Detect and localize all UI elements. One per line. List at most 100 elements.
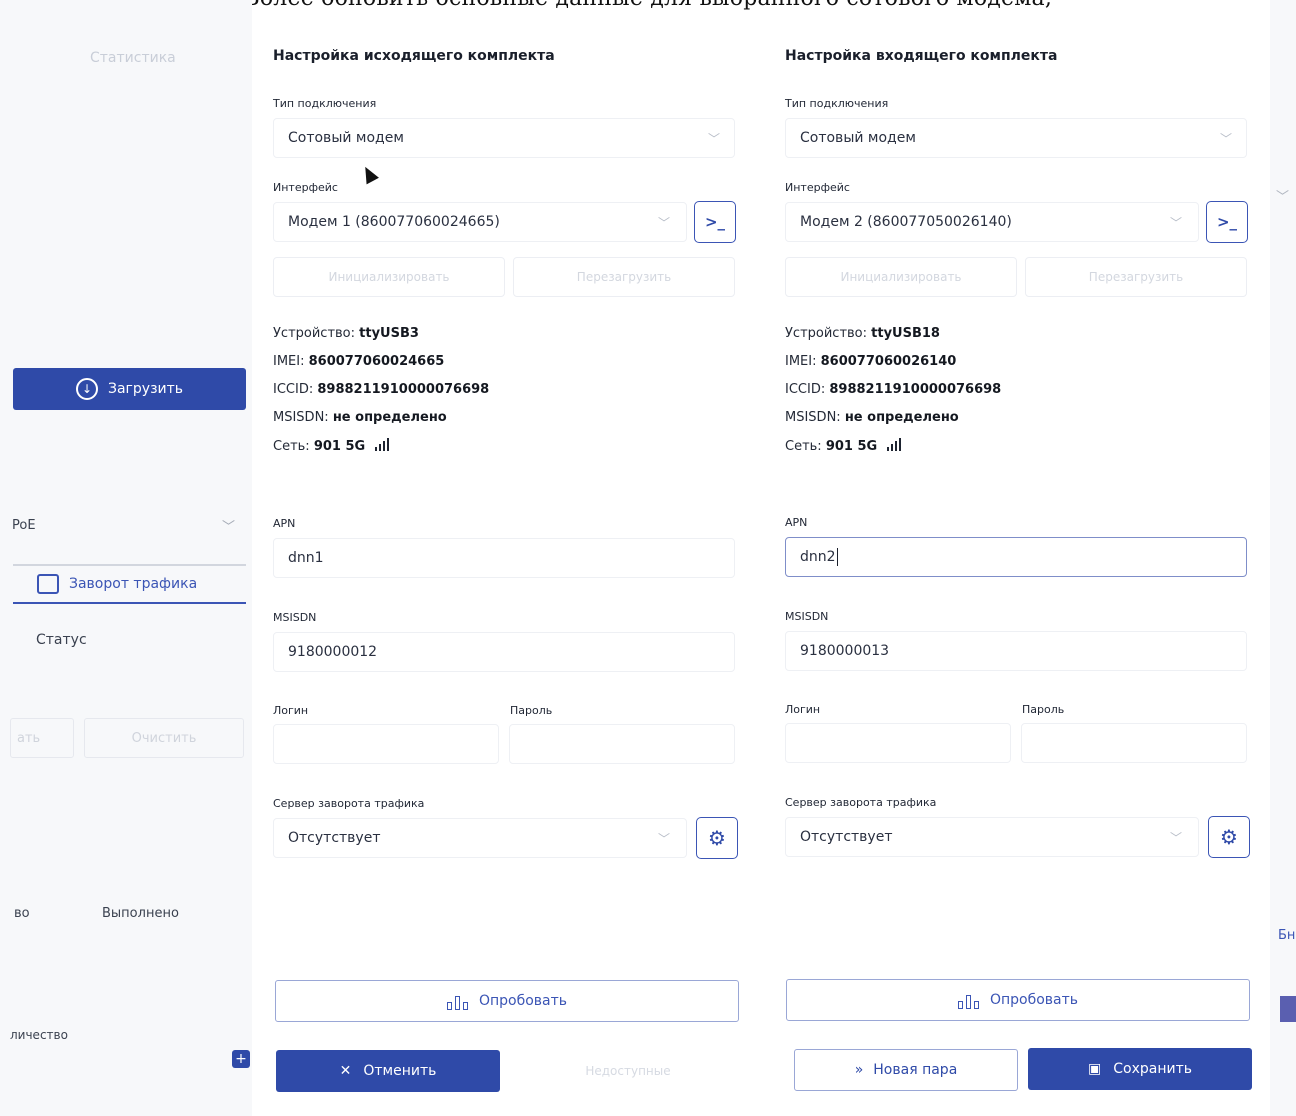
connection-type-value: Сотовый модем — [800, 130, 916, 146]
chevron-down-icon: ﹀ — [658, 832, 671, 846]
save-button[interactable]: ▣ Сохранить — [1028, 1048, 1252, 1090]
test-button[interactable]: Опробовать — [786, 979, 1250, 1021]
login-input[interactable] — [785, 723, 1011, 763]
msisdn-label: MSISDN — [785, 610, 829, 623]
terminal-button[interactable]: >_ — [694, 201, 736, 243]
status-done-text: Выполнено — [102, 906, 179, 921]
interface-value: Модем 1 (860077060024665) — [288, 214, 500, 230]
network-info: Сеть: 901 5G — [273, 438, 391, 454]
server-select[interactable]: Отсутствует — [273, 818, 687, 858]
upload-button[interactable]: ↓ Загрузить — [13, 368, 246, 410]
test-button-label: Опробовать — [478, 993, 568, 1009]
outgoing-heading: Настройка исходящего комплекта — [273, 48, 555, 64]
cancel-button-label: Отменить — [363, 1063, 437, 1079]
tab-traffic-loop-label: Заворот трафика — [69, 576, 198, 592]
terminal-button[interactable]: >_ — [1206, 201, 1248, 243]
initialize-button[interactable]: Инициализировать — [273, 257, 505, 297]
chevron-down-icon: ﹀ — [222, 520, 236, 535]
signal-icon — [887, 438, 903, 451]
iccid-info: ICCID: 8988211910000076698 — [785, 382, 1002, 397]
password-label: Пароль — [1022, 703, 1065, 716]
msisdn-info: MSISDN: не определено — [273, 410, 447, 425]
chevron-down-icon: ﹀ — [658, 216, 671, 230]
quantity-label: личество — [10, 1028, 68, 1042]
server-value: Отсутствует — [288, 830, 381, 846]
test-button[interactable]: Опробовать — [275, 980, 739, 1022]
background-right-panel — [1270, 0, 1296, 1116]
mouse-cursor-icon — [359, 163, 379, 185]
status-column-header: Статус — [36, 632, 87, 648]
upload-button-label: Загрузить — [107, 381, 184, 397]
server-settings-button[interactable]: ⚙ — [696, 817, 738, 859]
msisdn-value: 9180000012 — [288, 644, 378, 660]
terminal-icon: >_ — [704, 213, 726, 231]
msisdn-label: MSISDN — [273, 611, 317, 624]
background-row-label: во — [14, 906, 30, 921]
background-left-panel — [0, 0, 252, 1116]
reboot-button[interactable]: Перезагрузить — [513, 257, 735, 297]
chevron-down-icon: ﹀ — [1220, 132, 1233, 146]
connection-type-label: Тип подключения — [273, 97, 377, 110]
password-input[interactable] — [1021, 723, 1247, 763]
cancel-button[interactable]: ✕ Отменить — [276, 1050, 500, 1092]
double-chevron-right-icon: » — [854, 1062, 864, 1078]
server-select[interactable]: Отсутствует — [785, 817, 1199, 857]
password-input[interactable] — [509, 724, 735, 764]
unavailable-toggle[interactable]: Недоступные — [528, 1050, 728, 1092]
reboot-button[interactable]: Перезагрузить — [1025, 257, 1247, 297]
terminal-icon: >_ — [1216, 213, 1238, 231]
chevron-down-icon: ﹀ — [1170, 831, 1183, 845]
device-info: Устройство: ttyUSB18 — [785, 326, 940, 341]
server-value: Отсутствует — [800, 829, 893, 845]
interface-select[interactable]: Модем 1 (860077060024665) — [273, 202, 687, 242]
apn-input[interactable]: dnn1 — [273, 538, 735, 578]
msisdn-value: 9180000013 — [800, 643, 890, 659]
imei-info: IMEI: 860077060024665 — [273, 354, 445, 369]
chevron-down-icon: ﹀ — [1170, 216, 1183, 230]
network-test-icon — [957, 991, 980, 1009]
background-right-button[interactable] — [1280, 996, 1296, 1022]
signal-icon — [375, 438, 391, 451]
new-pair-button-label: Новая пара — [873, 1062, 958, 1078]
gear-icon: ⚙ — [1220, 825, 1238, 849]
background-right-text: Бн — [1278, 928, 1296, 943]
connection-type-value: Сотовый модем — [288, 130, 404, 146]
connection-type-label: Тип подключения — [785, 97, 889, 110]
login-input[interactable] — [273, 724, 499, 764]
password-label: Пароль — [510, 704, 553, 717]
login-label: Логин — [273, 704, 309, 717]
interface-label: Интерфейс — [785, 181, 850, 194]
interface-value: Модем 2 (860077050026140) — [800, 214, 1012, 230]
chevron-down-icon: ﹀ — [1276, 190, 1290, 205]
poe-select[interactable]: PoE — [12, 518, 36, 533]
connection-type-select[interactable]: Сотовый модем — [785, 118, 1247, 158]
msisdn-input[interactable]: 9180000013 — [785, 631, 1247, 671]
save-icon: ▣ — [1088, 1061, 1102, 1077]
save-button-label: Сохранить — [1113, 1061, 1192, 1077]
apn-label: APN — [273, 517, 296, 530]
connection-type-select[interactable]: Сотовый модем — [273, 118, 735, 158]
apn-value: dnn2 — [800, 549, 836, 565]
msisdn-input[interactable]: 9180000012 — [273, 632, 735, 672]
incoming-heading: Настройка входящего комплекта — [785, 48, 1058, 64]
apn-value: dnn1 — [288, 550, 324, 566]
close-icon: ✕ — [339, 1063, 352, 1079]
imei-info: IMEI: 860077060026140 — [785, 354, 957, 369]
apn-label: APN — [785, 516, 808, 529]
interface-select[interactable]: Модем 2 (860077050026140) — [785, 202, 1199, 242]
statistics-tab[interactable]: Статистика — [90, 50, 176, 66]
gear-icon: ⚙ — [708, 826, 726, 850]
clear-button[interactable]: Очистить — [84, 718, 244, 758]
apn-input[interactable]: dnn2 — [785, 537, 1247, 577]
tab-traffic-loop[interactable]: Заворот трафика — [13, 564, 246, 604]
new-pair-button[interactable]: » Новая пара — [794, 1049, 1018, 1091]
chevron-down-icon: ﹀ — [708, 132, 721, 146]
initialize-button[interactable]: Инициализировать — [785, 257, 1017, 297]
interface-label: Интерфейс — [273, 181, 338, 194]
background-button[interactable]: ать — [10, 718, 74, 758]
server-settings-button[interactable]: ⚙ — [1208, 816, 1250, 858]
network-test-icon — [446, 992, 469, 1010]
download-icon: ↓ — [75, 378, 98, 400]
add-icon[interactable]: + — [232, 1050, 250, 1068]
text-caret — [836, 548, 838, 566]
